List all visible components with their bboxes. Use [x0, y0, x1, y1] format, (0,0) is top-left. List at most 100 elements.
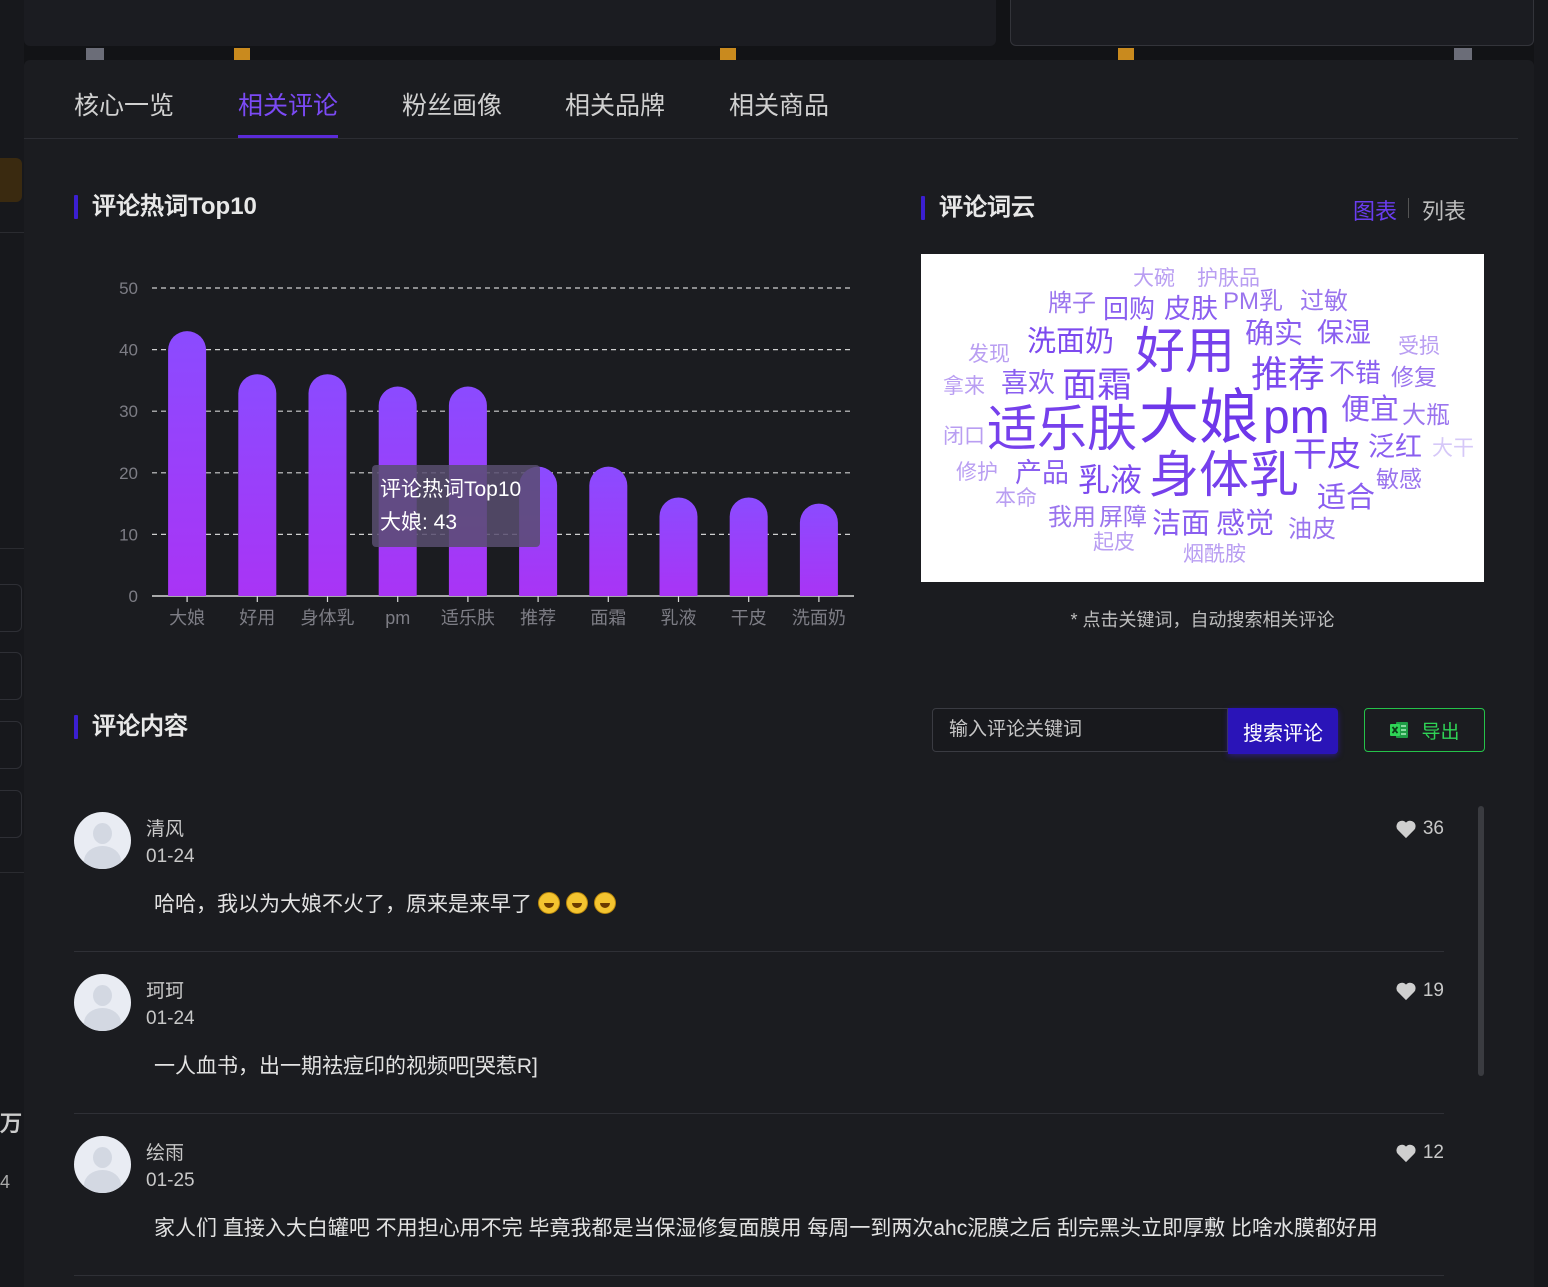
word-cloud-keyword[interactable]: 产品 — [1015, 460, 1069, 487]
word-cloud-keyword[interactable]: 本命 — [995, 488, 1037, 509]
word-cloud-keyword[interactable]: PM乳 — [1223, 290, 1283, 314]
word-cloud: 大碗 护肤品 牌子 回购 皮肤 PM乳 过敏 洗面奶 好用 确实 保湿 发现 受损 拿来 喜欢 面霜 推荐 不错修… — [921, 254, 1484, 582]
tab-fans[interactable]: 粉丝画像 — [402, 86, 502, 138]
word-cloud-keyword[interactable]: 过敏 — [1300, 290, 1348, 314]
word-cloud-keyword[interactable]: 适乐肤 — [987, 404, 1137, 454]
background-orange-tile — [0, 158, 22, 202]
y-tick-label: 10 — [119, 525, 138, 544]
word-cloud-keyword[interactable]: 修复 — [1391, 366, 1437, 389]
avatar[interactable] — [74, 1136, 131, 1193]
x-tick-label: 干皮 — [731, 608, 767, 628]
y-tick-label: 0 — [129, 587, 138, 606]
tooltip-series: 评论热词Top10 — [380, 478, 522, 501]
tab-comments[interactable]: 相关评论 — [238, 86, 339, 138]
word-cloud-keyword[interactable]: 感觉 — [1216, 510, 1274, 539]
search-comments-button[interactable]: 搜索评论 — [1228, 708, 1338, 754]
word-cloud-keyword[interactable]: 回购 — [1103, 296, 1155, 322]
y-tick-label: 40 — [119, 341, 138, 360]
background-text: 4 — [0, 1172, 11, 1192]
word-cloud-keyword[interactable]: 面霜 — [1062, 368, 1132, 403]
like-number: 36 — [1422, 818, 1444, 839]
word-cloud-keyword[interactable]: 烟酰胺 — [1183, 544, 1246, 565]
word-cloud-keyword[interactable]: 我用 — [1048, 506, 1096, 530]
avatar[interactable] — [74, 812, 131, 869]
bar[interactable] — [238, 374, 277, 596]
comment-list: 清风 01-24 哈哈，我以为大娘不火了，原来是来早了 36 珂珂 01-24 一人血书，出… — [74, 790, 1444, 1276]
like-count: 12 — [1395, 1142, 1444, 1164]
x-tick-label: 适乐肤 — [441, 608, 495, 628]
word-cloud-keyword[interactable]: 乳液 — [1078, 464, 1142, 496]
export-label: 导出 — [1421, 721, 1460, 743]
word-cloud-keyword[interactable]: 皮肤 — [1164, 296, 1218, 323]
comment-search-input[interactable] — [932, 708, 1228, 752]
comment-body: 哈哈，我以为大娘不火了，原来是来早了 — [154, 893, 532, 916]
avatar-body — [84, 846, 121, 869]
word-cloud-keyword[interactable]: 大娘 — [1139, 388, 1259, 448]
word-cloud-keyword[interactable]: 推荐 — [1251, 356, 1325, 393]
bar[interactable] — [308, 374, 347, 596]
word-cloud-keyword[interactable]: 闭口 — [943, 426, 985, 447]
word-cloud-keyword[interactable]: 大碗 — [1133, 268, 1175, 289]
word-cloud-keyword[interactable]: 敏感 — [1376, 468, 1422, 491]
background-tile — [0, 652, 22, 700]
comment-text: 一人血书，出一期祛痘印的视频吧[哭惹R] — [154, 1050, 538, 1080]
comment-body: 家人们 直接入大白罐吧 不用担心用不完 毕竟我都是当保湿修复面膜用 每周一到两次… — [154, 1217, 1378, 1240]
word-cloud-keyword[interactable]: 保湿 — [1317, 320, 1371, 347]
avatar-body — [84, 1170, 121, 1193]
bar[interactable] — [659, 497, 698, 596]
tab-products[interactable]: 相关商品 — [729, 86, 829, 138]
comment-author[interactable]: 清风 — [146, 814, 184, 841]
word-cloud-keyword[interactable]: 起皮 — [1093, 532, 1135, 553]
word-cloud-keyword[interactable]: 屏障 — [1099, 506, 1147, 530]
word-cloud-keyword[interactable]: 大瓶 — [1402, 404, 1450, 428]
word-cloud-keyword[interactable]: 修护 — [956, 462, 998, 483]
tab-overview[interactable]: 核心一览 — [74, 86, 174, 138]
background-tile — [0, 790, 22, 838]
word-cloud-keyword[interactable]: 护肤品 — [1197, 268, 1260, 289]
x-tick-label: 洗面奶 — [792, 608, 846, 628]
word-cloud-keyword[interactable]: 喜欢 — [1001, 370, 1055, 397]
word-cloud-keyword[interactable]: 不错 — [1329, 360, 1381, 386]
word-cloud-keyword[interactable]: 干皮 — [1293, 438, 1361, 472]
toggle-divider — [1408, 198, 1409, 218]
view-chart-toggle[interactable]: 图表 — [1353, 194, 1397, 226]
word-cloud-keyword[interactable]: 适合 — [1317, 484, 1375, 513]
divider — [0, 548, 24, 549]
word-cloud-keyword[interactable]: 洗面奶 — [1027, 328, 1114, 357]
bar[interactable] — [589, 466, 628, 596]
comment-text: 家人们 直接入大白罐吧 不用担心用不完 毕竟我都是当保湿修复面膜用 每周一到两次… — [154, 1212, 1378, 1242]
word-cloud-keyword[interactable]: 受损 — [1398, 336, 1440, 357]
word-cloud-keyword[interactable]: 泛红 — [1368, 434, 1422, 461]
bar[interactable] — [729, 497, 768, 596]
word-cloud-keyword[interactable]: 拿来 — [943, 376, 985, 397]
comment-item: 清风 01-24 哈哈，我以为大娘不火了，原来是来早了 36 — [74, 790, 1444, 952]
y-tick-label: 50 — [119, 279, 138, 298]
bar[interactable] — [168, 331, 207, 596]
word-cloud-keyword[interactable]: 洁面 — [1152, 510, 1210, 539]
x-tick-label: 面霜 — [590, 608, 626, 628]
background-left-panel: 万 4 — [0, 0, 24, 1287]
word-cloud-keyword[interactable]: 便宜 — [1341, 396, 1399, 425]
view-list-toggle[interactable]: 列表 — [1422, 194, 1466, 226]
scrollbar[interactable] — [1478, 806, 1484, 1076]
avatar-head — [93, 985, 112, 1006]
word-cloud-keyword[interactable]: 大干 — [1432, 438, 1474, 459]
word-cloud-keyword[interactable]: 确实 — [1245, 320, 1303, 349]
bar[interactable] — [799, 503, 838, 596]
chart-tooltip: 评论热词Top10 大娘: 43 — [372, 465, 540, 547]
y-tick-label: 20 — [119, 464, 138, 483]
word-cloud-keyword[interactable]: 牌子 — [1048, 292, 1096, 316]
export-button[interactable]: 导出 — [1364, 708, 1485, 752]
word-cloud-keyword[interactable]: 好用 — [1135, 326, 1235, 376]
word-cloud-keyword[interactable]: 发现 — [968, 344, 1010, 365]
tab-brands[interactable]: 相关品牌 — [565, 86, 665, 138]
comment-author[interactable]: 珂珂 — [146, 976, 184, 1003]
background-top-panel — [1010, 0, 1534, 46]
divider — [0, 872, 24, 873]
word-cloud-keyword[interactable]: 油皮 — [1288, 518, 1336, 542]
comment-author[interactable]: 绘雨 — [146, 1138, 184, 1165]
word-cloud-keyword[interactable]: pm — [1263, 394, 1330, 442]
avatar[interactable] — [74, 974, 131, 1031]
x-tick-label: 大娘 — [169, 608, 205, 628]
word-cloud-keyword[interactable]: 身体乳 — [1149, 450, 1299, 500]
